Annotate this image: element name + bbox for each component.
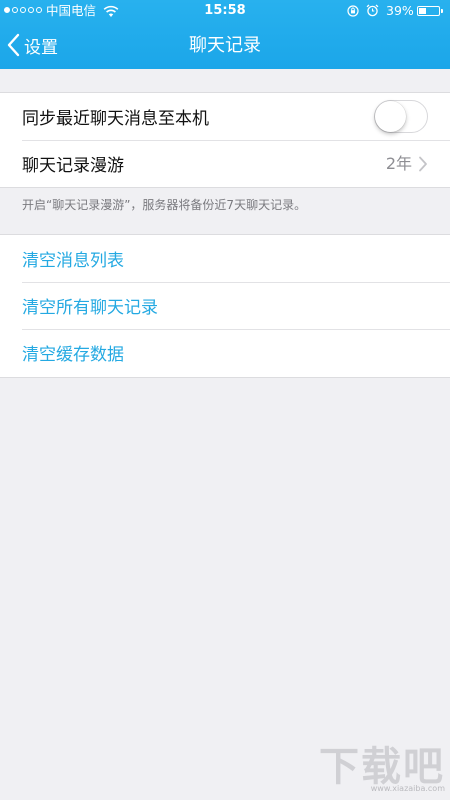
back-button[interactable]: 设置 — [6, 30, 58, 60]
header: 中国电信 15:58 39% 聊天记录 设置 — [0, 0, 450, 69]
battery-icon — [417, 6, 440, 16]
battery-level-fill — [419, 8, 426, 14]
back-button-label: 设置 — [24, 37, 58, 58]
chevron-right-icon — [419, 156, 427, 172]
battery-percentage: 39% — [386, 3, 414, 18]
alarm-clock-icon — [366, 4, 379, 17]
status-time: 15:58 — [204, 3, 246, 18]
page-title: 聊天记录 — [189, 35, 261, 56]
chat-roaming-row[interactable]: 聊天记录漫游 2年 — [0, 140, 450, 187]
sync-settings-group: 同步最近聊天消息至本机 聊天记录漫游 2年 — [0, 92, 450, 188]
chat-history-settings-screen: 中国电信 15:58 39% 聊天记录 设置 同步最近聊天消息至本机 聊天记录漫… — [0, 0, 450, 800]
sync-recent-messages-label: 同步最近聊天消息至本机 — [22, 109, 209, 129]
sync-recent-messages-toggle[interactable] — [374, 100, 428, 133]
chat-roaming-value: 2年 — [385, 154, 412, 173]
clear-all-chat-history-button[interactable]: 清空所有聊天记录 — [0, 282, 450, 329]
chat-roaming-label: 聊天记录漫游 — [22, 156, 124, 176]
clear-actions-group: 清空消息列表 清空所有聊天记录 清空缓存数据 — [0, 234, 450, 378]
clear-message-list-button[interactable]: 清空消息列表 — [0, 235, 450, 282]
battery-tip — [441, 9, 443, 13]
sync-recent-messages-row: 同步最近聊天消息至本机 — [0, 93, 450, 140]
status-bar: 中国电信 15:58 39% — [0, 0, 450, 22]
navigation-bar: 聊天记录 设置 — [0, 22, 450, 69]
watermark-logo: 下载吧 www.xiazaiba.com — [303, 734, 445, 793]
roaming-footnote: 开启“聊天记录漫游”，服务器将备份近7天聊天记录。 — [22, 198, 307, 212]
watermark-url: www.xiazaiba.com — [370, 784, 445, 793]
toggle-knob — [375, 101, 406, 132]
clear-cache-button[interactable]: 清空缓存数据 — [0, 329, 450, 376]
rotation-lock-icon — [347, 5, 359, 17]
chevron-left-icon — [7, 33, 20, 57]
